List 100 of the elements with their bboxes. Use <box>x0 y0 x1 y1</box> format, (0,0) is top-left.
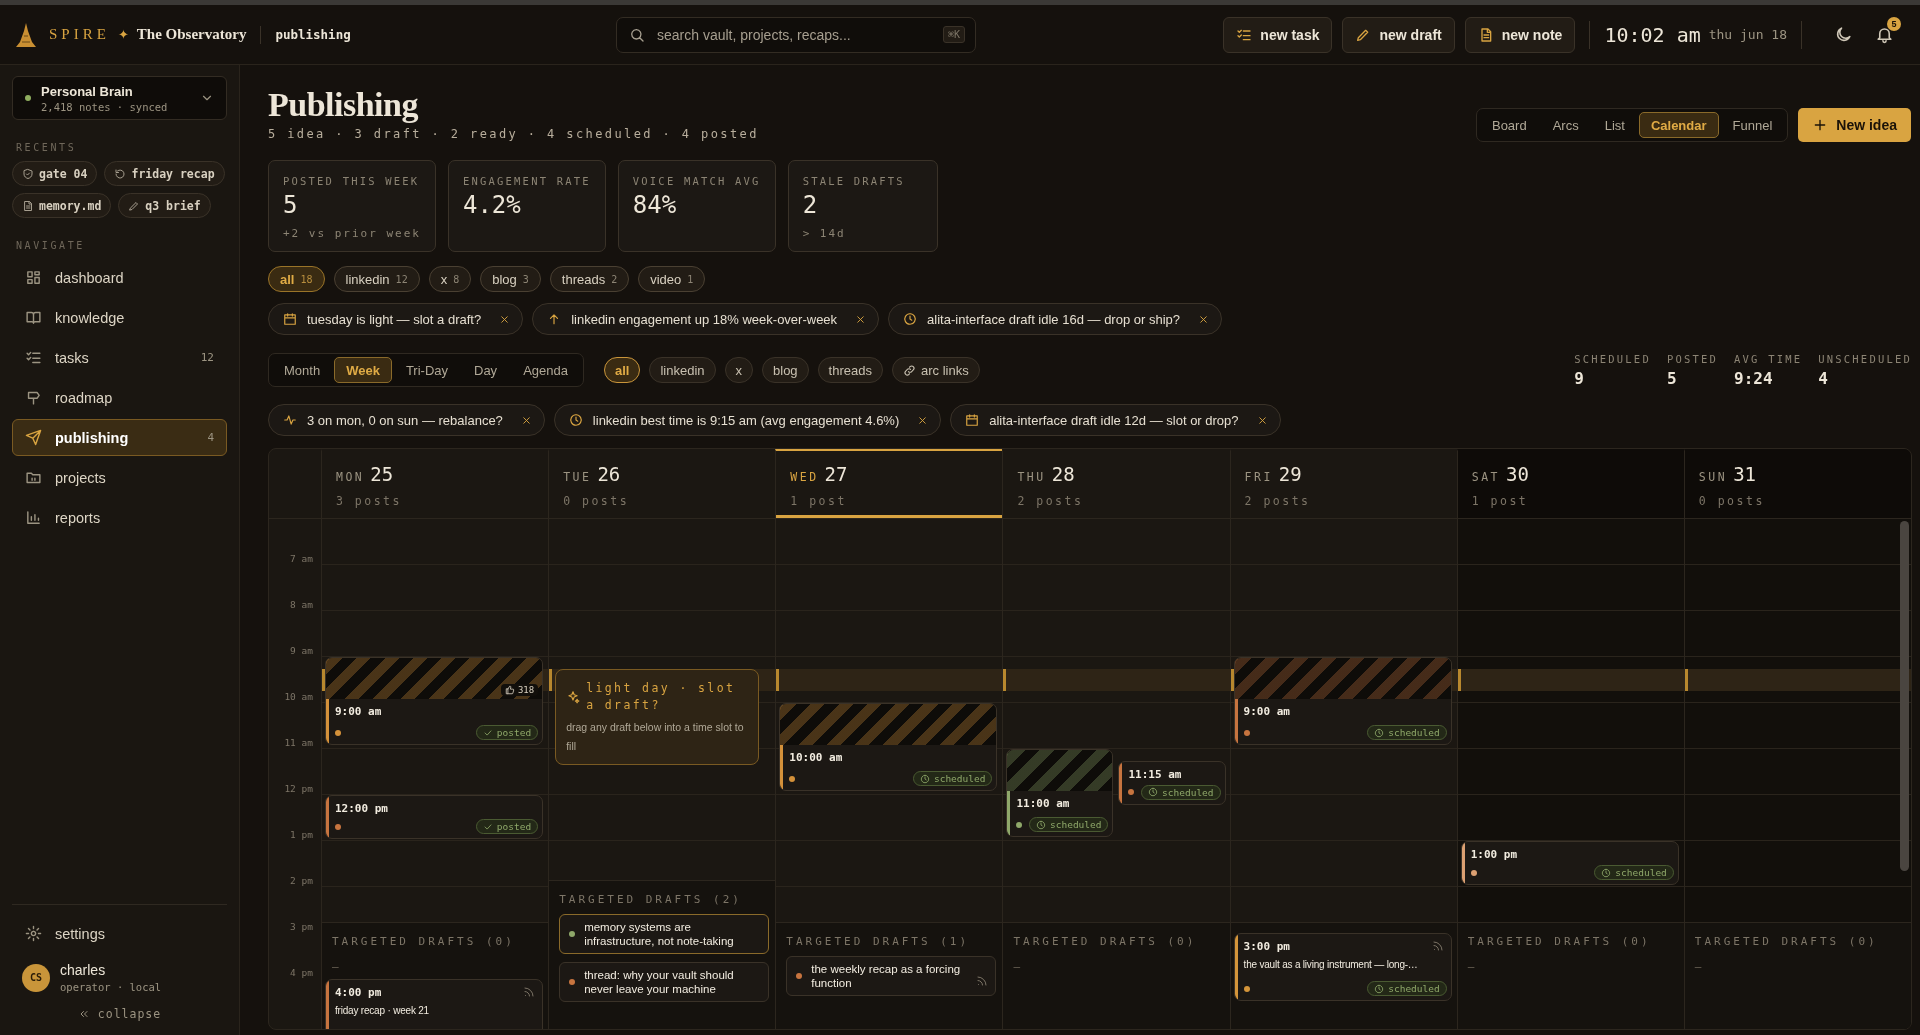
product-name: The Observatory <box>136 26 247 43</box>
close-icon <box>1256 414 1268 426</box>
empty-dash: — <box>1694 960 1703 973</box>
sparkle-icon <box>566 689 581 704</box>
post-time: 9:00 am <box>1243 705 1290 718</box>
arc-links-button[interactable]: arc links <box>891 357 980 383</box>
nav-item[interactable]: dashboard <box>12 259 227 296</box>
weekday: TUE <box>563 470 592 484</box>
view-tab[interactable]: Funnel <box>1720 112 1785 138</box>
channel-chip[interactable]: linkedin <box>649 357 716 383</box>
calendar-icon <box>283 312 297 326</box>
view-tab[interactable]: List <box>1592 112 1637 138</box>
search-field[interactable]: search vault, projects, recaps... ⌘K <box>616 16 976 53</box>
nav-item[interactable]: roadmap <box>12 379 227 416</box>
weekday: FRI <box>1244 470 1273 484</box>
post-card[interactable]: 3:00 pm the vault as a living instrument — long-… scheduled <box>1233 933 1452 1001</box>
post-card[interactable]: 4:00 pm friday recap · week 21 <box>325 979 544 1029</box>
gear-icon <box>25 925 42 942</box>
post-count: 2 posts <box>1244 494 1312 508</box>
pencil-icon <box>128 199 141 212</box>
section-label: NAVIGATE <box>16 240 86 251</box>
recent-chip[interactable]: friday recap <box>104 161 225 186</box>
platform-filter[interactable]: threads 2 <box>549 266 630 292</box>
post-time: 10:00 am <box>789 751 843 764</box>
post-card[interactable]: 9:00 am scheduled <box>1233 657 1452 745</box>
new-item-button[interactable]: new note <box>1464 16 1576 53</box>
workspace-switcher[interactable]: Personal Brain 2,418 notes · synced <box>12 76 227 120</box>
range-tab[interactable]: Agenda <box>511 357 580 383</box>
stat-label: POSTED THIS WEEK <box>283 175 421 187</box>
recent-chip[interactable]: memory.md <box>12 193 112 218</box>
likes-count: 318 <box>517 685 535 695</box>
moon-icon <box>1834 25 1853 44</box>
channel-chip[interactable]: blog <box>762 357 809 383</box>
insight-text: linkedin best time is 9:15 am (avg engagement 4.6%) <box>592 412 900 428</box>
close-icon <box>917 414 929 426</box>
new-idea-button[interactable]: New idea <box>1798 108 1911 142</box>
insight-text: 3 on mon, 0 on sun — rebalance? <box>307 412 503 428</box>
channel-chip[interactable]: x <box>724 357 753 383</box>
nav-label: publishing <box>55 429 129 446</box>
checklist-icon <box>25 349 42 366</box>
post-card[interactable]: 318 9:00 am posted <box>325 657 544 745</box>
notification-count: 5 <box>1887 17 1901 31</box>
view-tab[interactable]: Arcs <box>1540 112 1591 138</box>
link-icon <box>902 363 916 377</box>
draft-card[interactable]: memory systems are infrastructure, not note-taking <box>559 914 770 954</box>
new-item-button[interactable]: new draft <box>1342 16 1455 53</box>
workspace-name: Personal Brain <box>41 83 134 99</box>
post-card[interactable]: 10:00 am scheduled <box>779 703 998 791</box>
insight-text: tuesday is light — slot a draft? <box>307 311 482 327</box>
user-avatar: CS <box>22 963 50 992</box>
clock-time: 10:02 am <box>1604 22 1701 47</box>
search-input[interactable]: search vault, projects, recaps... <box>655 25 933 44</box>
nav-item[interactable]: projects <box>12 459 227 496</box>
recent-chip[interactable]: q3 brief <box>118 193 211 218</box>
status-text: scheduled <box>933 773 986 784</box>
platform-filter[interactable]: all 18 <box>268 266 325 292</box>
nav-item[interactable]: tasks 12 <box>12 339 227 376</box>
insight-text: linkedin engagement up 18% week-over-week <box>571 311 838 327</box>
day-number: 31 <box>1733 463 1756 485</box>
channel-chip[interactable]: threads <box>817 357 883 383</box>
settings-item[interactable]: settings <box>12 915 227 952</box>
scrollbar[interactable] <box>1900 521 1909 871</box>
draft-card[interactable]: thread: why your vault should never leave your machine <box>559 962 770 1002</box>
status-text: posted <box>496 821 532 832</box>
post-card[interactable]: 11:00 am scheduled <box>1006 749 1114 837</box>
collapse-button[interactable]: collapse <box>73 1003 166 1025</box>
stat-value: 5 <box>283 191 299 219</box>
range-tab[interactable]: Week <box>334 357 392 383</box>
clock-date: thu jun 18 <box>1708 27 1787 42</box>
range-tab[interactable]: Tri-Day <box>393 357 460 383</box>
post-card[interactable]: 12:00 pm posted <box>325 795 544 839</box>
platform-filter[interactable]: linkedin 12 <box>333 266 420 292</box>
platform-filter[interactable]: blog 3 <box>480 266 541 292</box>
recent-chip[interactable]: gate 04 <box>12 161 98 186</box>
status-text: scheduled <box>1162 786 1214 798</box>
close-icon <box>499 313 511 325</box>
nav-count: 4 <box>207 431 214 444</box>
view-tab[interactable]: Calendar <box>1638 112 1719 138</box>
range-tab[interactable]: Day <box>462 357 510 383</box>
hour-label: 1 pm <box>290 829 313 840</box>
nav-item[interactable]: reports <box>12 499 227 536</box>
draft-card[interactable]: the weekly recap as a forcing function <box>786 956 997 996</box>
day-number: 30 <box>1506 463 1529 485</box>
post-count: 0 posts <box>563 494 631 508</box>
stat-label: STALE DRAFTS <box>802 175 906 187</box>
platform-filter[interactable]: video 1 <box>638 266 706 292</box>
user-role: operator · local <box>60 981 162 993</box>
view-tab[interactable]: Board <box>1479 112 1539 138</box>
stat-value: 4.2% <box>462 191 522 219</box>
thumbs-up-icon <box>504 685 515 695</box>
platform-filter[interactable]: x 8 <box>428 266 472 292</box>
post-card[interactable]: 11:15 am scheduled <box>1118 760 1226 805</box>
post-card[interactable]: 1:00 pm scheduled <box>1460 841 1679 885</box>
range-tab[interactable]: Month <box>272 357 333 383</box>
status-text: scheduled <box>1388 983 1440 994</box>
nav-item[interactable]: knowledge <box>12 299 227 336</box>
new-item-button[interactable]: new task <box>1223 16 1333 53</box>
channel-chip[interactable]: all <box>603 357 641 383</box>
nav-label: projects <box>55 469 106 486</box>
nav-item[interactable]: publishing 4 <box>12 419 227 456</box>
